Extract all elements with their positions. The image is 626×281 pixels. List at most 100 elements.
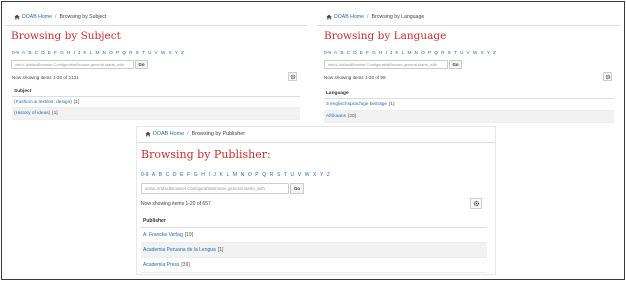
alpha-link-l[interactable]: L bbox=[90, 51, 93, 56]
breadcrumb-home-link[interactable]: DOAB Home bbox=[22, 14, 52, 20]
alpha-link-a[interactable]: A bbox=[334, 51, 337, 56]
alpha-link-x[interactable]: X bbox=[168, 51, 171, 56]
alpha-link-f[interactable]: F bbox=[187, 172, 190, 178]
starts-with-input[interactable]: xmlui.ArtifactBrowser.ConfigurableBrowse… bbox=[11, 60, 134, 69]
alpha-link-e[interactable]: E bbox=[180, 172, 183, 178]
alpha-link-e[interactable]: E bbox=[48, 51, 51, 56]
alpha-link-m[interactable]: M bbox=[95, 51, 99, 56]
alpha-link-g[interactable]: G bbox=[194, 172, 198, 178]
alpha-link-x[interactable]: X bbox=[480, 51, 483, 56]
alpha-link-t[interactable]: T bbox=[284, 172, 287, 178]
alpha-link-0-9[interactable]: 0-9 bbox=[12, 51, 19, 56]
alpha-link-w[interactable]: W bbox=[473, 51, 478, 56]
alpha-link-b[interactable]: B bbox=[340, 51, 343, 56]
alpha-link-x[interactable]: X bbox=[313, 172, 316, 178]
alpha-link-u[interactable]: U bbox=[460, 51, 463, 56]
alpha-link-j[interactable]: J bbox=[213, 172, 216, 178]
row-link[interactable]: (History of ideas) bbox=[14, 111, 50, 116]
alpha-link-l[interactable]: L bbox=[226, 172, 229, 178]
alpha-link-z[interactable]: Z bbox=[493, 51, 496, 56]
settings-button[interactable] bbox=[288, 72, 297, 81]
alpha-link-l[interactable]: L bbox=[402, 51, 405, 56]
alpha-link-h[interactable]: H bbox=[379, 51, 382, 56]
settings-button[interactable] bbox=[603, 72, 612, 81]
alpha-link-r[interactable]: R bbox=[129, 51, 132, 56]
alpha-link-o[interactable]: O bbox=[248, 172, 252, 178]
settings-button[interactable] bbox=[470, 198, 482, 209]
alpha-link-r[interactable]: R bbox=[270, 172, 274, 178]
alpha-link-b[interactable]: B bbox=[159, 172, 162, 178]
alpha-link-a[interactable]: A bbox=[22, 51, 25, 56]
alpha-link-q[interactable]: Q bbox=[122, 51, 126, 56]
alpha-link-e[interactable]: E bbox=[360, 51, 363, 56]
alpha-link-z[interactable]: Z bbox=[181, 51, 184, 56]
row-link[interactable]: 3 englischsprachige beiträge bbox=[326, 102, 387, 107]
alpha-link-h[interactable]: H bbox=[201, 172, 205, 178]
alpha-link-u[interactable]: U bbox=[148, 51, 151, 56]
alpha-link-j[interactable]: J bbox=[390, 51, 392, 56]
go-button[interactable]: Go bbox=[449, 60, 462, 69]
alpha-link-n[interactable]: N bbox=[241, 172, 245, 178]
row-link[interactable]: A. Francke Verlag bbox=[143, 232, 183, 238]
go-button[interactable]: Go bbox=[135, 60, 148, 69]
starts-with-input[interactable]: xmlui.ArtifactBrowser.ConfigurableBrowse… bbox=[324, 60, 448, 69]
alpha-link-b[interactable]: B bbox=[28, 51, 31, 56]
alpha-link-m[interactable]: M bbox=[407, 51, 411, 56]
row-link[interactable]: (Fashion & textiles: design) bbox=[14, 100, 72, 105]
alpha-link-o[interactable]: O bbox=[421, 51, 425, 56]
alpha-link-g[interactable]: G bbox=[372, 51, 376, 56]
alpha-link-f[interactable]: F bbox=[366, 51, 369, 56]
alpha-link-f[interactable]: F bbox=[54, 51, 57, 56]
alpha-link-t[interactable]: T bbox=[454, 51, 457, 56]
alpha-link-w[interactable]: W bbox=[161, 51, 166, 56]
alpha-link-a[interactable]: A bbox=[152, 172, 155, 178]
alpha-link-s[interactable]: S bbox=[136, 51, 139, 56]
alpha-link-q[interactable]: Q bbox=[262, 172, 266, 178]
alpha-link-k[interactable]: K bbox=[395, 51, 398, 56]
alpha-link-o[interactable]: O bbox=[109, 51, 113, 56]
alpha-link-c[interactable]: C bbox=[35, 51, 38, 56]
alpha-link-u[interactable]: U bbox=[291, 172, 295, 178]
alpha-link-k[interactable]: K bbox=[83, 51, 86, 56]
alpha-link-s[interactable]: S bbox=[277, 172, 280, 178]
alpha-link-0-9[interactable]: 0-9 bbox=[141, 172, 148, 178]
alpha-link-i[interactable]: I bbox=[208, 172, 209, 178]
alpha-link-j[interactable]: J bbox=[78, 51, 80, 56]
alpha-link-y[interactable]: Y bbox=[175, 51, 178, 56]
alpha-link-z[interactable]: Z bbox=[327, 172, 330, 178]
alpha-link-m[interactable]: M bbox=[233, 172, 237, 178]
alpha-link-q[interactable]: Q bbox=[434, 51, 438, 56]
alpha-link-v[interactable]: V bbox=[298, 172, 301, 178]
go-button[interactable]: Go bbox=[290, 183, 304, 194]
alpha-link-i[interactable]: I bbox=[385, 51, 386, 56]
alpha-link-g[interactable]: G bbox=[60, 51, 64, 56]
alpha-link-0-9[interactable]: 0-9 bbox=[324, 51, 331, 56]
alpha-link-d[interactable]: D bbox=[353, 51, 356, 56]
alpha-link-w[interactable]: W bbox=[305, 172, 310, 178]
alpha-link-h[interactable]: H bbox=[67, 51, 70, 56]
breadcrumb-home-link[interactable]: DOAB Home bbox=[153, 131, 184, 137]
alpha-link-r[interactable]: R bbox=[441, 51, 444, 56]
alpha-link-n[interactable]: N bbox=[103, 51, 106, 56]
alpha-link-c[interactable]: C bbox=[347, 51, 350, 56]
alpha-link-v[interactable]: V bbox=[155, 51, 158, 56]
row-link[interactable]: Academia Peruana de la Lengua bbox=[143, 247, 216, 253]
alpha-link-t[interactable]: T bbox=[142, 51, 145, 56]
alpha-link-s[interactable]: S bbox=[448, 51, 451, 56]
row-link[interactable]: Afrikaans bbox=[326, 114, 346, 119]
alpha-link-n[interactable]: N bbox=[415, 51, 418, 56]
alpha-link-k[interactable]: K bbox=[220, 172, 223, 178]
alpha-link-d[interactable]: D bbox=[173, 172, 177, 178]
alpha-link-v[interactable]: V bbox=[467, 51, 470, 56]
alpha-link-p[interactable]: P bbox=[428, 51, 431, 56]
alpha-link-i[interactable]: I bbox=[73, 51, 74, 56]
starts-with-input[interactable]: xmlui.ArtifactBrowser.ConfigurableBrowse… bbox=[141, 183, 289, 194]
alpha-link-y[interactable]: Y bbox=[487, 51, 490, 56]
alpha-link-y[interactable]: Y bbox=[320, 172, 323, 178]
row-link[interactable]: Academia Press bbox=[143, 262, 179, 268]
breadcrumb-home-link[interactable]: DOAB Home bbox=[334, 14, 364, 20]
alpha-link-c[interactable]: C bbox=[166, 172, 170, 178]
alpha-link-p[interactable]: P bbox=[116, 51, 119, 56]
alpha-link-p[interactable]: P bbox=[255, 172, 258, 178]
alpha-link-d[interactable]: D bbox=[41, 51, 44, 56]
